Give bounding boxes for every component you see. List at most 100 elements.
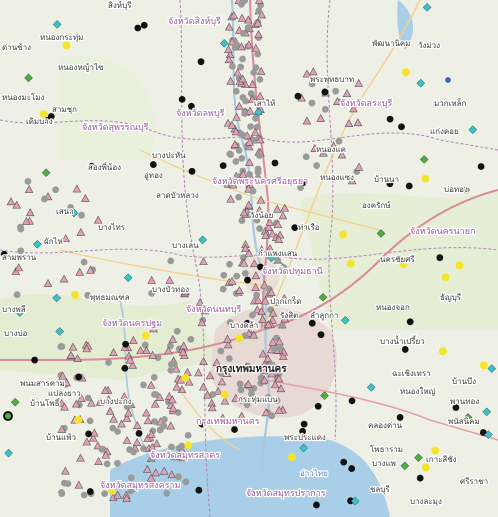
poi-grey-marker[interactable] [256, 152, 263, 159]
poi-grey-marker[interactable] [160, 416, 168, 423]
poi-black-marker[interactable] [340, 458, 348, 466]
poi-grey-marker[interactable] [239, 29, 247, 37]
poi-grey-marker[interactable] [152, 391, 160, 398]
poi-grey-marker[interactable] [103, 460, 111, 468]
poi-yellow-marker[interactable] [181, 373, 190, 382]
poi-grey-marker[interactable] [313, 162, 321, 169]
poi-grey-marker[interactable] [233, 41, 240, 49]
poi-grey-marker[interactable] [232, 87, 240, 95]
poi-black-marker[interactable] [75, 373, 83, 381]
poi-black-marker[interactable] [401, 346, 409, 353]
poi-grey-marker[interactable] [244, 24, 252, 31]
poi-yellow-marker[interactable] [74, 415, 83, 424]
poi-grey-marker[interactable] [225, 355, 233, 362]
poi-grey-marker[interactable] [249, 311, 256, 319]
poi-black-marker[interactable] [31, 356, 39, 364]
poi-black-marker[interactable] [313, 501, 320, 509]
poi-grey-marker[interactable] [241, 110, 249, 117]
poi-yellow-marker[interactable] [455, 261, 464, 270]
poi-grey-marker[interactable] [140, 381, 147, 389]
poi-grey-marker[interactable] [239, 94, 247, 101]
poi-grey-marker[interactable] [235, 193, 242, 201]
poi-black-marker[interactable] [348, 397, 356, 405]
poi-black-marker[interactable] [348, 465, 356, 472]
poi-grey-marker[interactable] [321, 105, 329, 113]
poi-grey-marker[interactable] [278, 322, 286, 330]
poi-grey-marker[interactable] [308, 99, 316, 107]
poi-grey-marker[interactable] [13, 291, 21, 299]
poi-grey-marker[interactable] [52, 186, 60, 194]
poi-grey-marker[interactable] [140, 445, 147, 452]
poi-black-marker[interactable] [86, 488, 94, 495]
poi-black-marker[interactable] [219, 162, 227, 170]
poi-grey-marker[interactable] [256, 225, 264, 232]
poi-grey-marker[interactable] [160, 422, 168, 430]
poi-black-marker[interactable] [416, 474, 424, 482]
poi-grey-marker[interactable] [253, 291, 261, 299]
poi-grey-marker[interactable] [232, 158, 240, 165]
poi-grey-marker[interactable] [237, 386, 245, 394]
poi-grey-marker[interactable] [233, 272, 241, 280]
poi-grey-marker[interactable] [173, 327, 181, 335]
poi-yellow-marker[interactable] [401, 68, 410, 77]
poi-grey-marker[interactable] [256, 75, 264, 83]
poi-grey-marker[interactable] [41, 195, 48, 203]
poi-grey-marker[interactable] [170, 360, 178, 368]
poi-grey-marker[interactable] [130, 448, 137, 456]
poi-grey-marker[interactable] [84, 394, 92, 402]
poi-grey-marker[interactable] [238, 154, 246, 162]
poi-black-marker[interactable] [398, 123, 405, 131]
poi-grey-marker[interactable] [335, 137, 343, 145]
poi-grey-marker[interactable] [98, 445, 106, 453]
poi-grey-marker[interactable] [17, 225, 25, 233]
poi-yellow-marker[interactable] [70, 290, 79, 299]
poi-black-marker[interactable] [122, 340, 129, 348]
poi-grey-marker[interactable] [167, 257, 175, 265]
poi-grey-marker[interactable] [80, 258, 88, 266]
poi-yellow-marker[interactable] [431, 446, 440, 455]
poi-grey-marker[interactable] [219, 285, 227, 293]
poi-black-marker[interactable] [317, 331, 325, 339]
poi-grey-marker[interactable] [167, 366, 175, 374]
poi-grey-marker[interactable] [276, 343, 284, 351]
poi-yellow-marker[interactable] [235, 334, 244, 343]
poi-grey-marker[interactable] [217, 347, 225, 355]
poi-black-marker[interactable] [321, 88, 329, 96]
poi-yellow-marker[interactable] [184, 441, 193, 450]
poi-grey-marker[interactable] [249, 187, 257, 195]
poi-grey-marker[interactable] [238, 217, 246, 224]
poi-black-marker[interactable] [85, 430, 92, 438]
poi-blue-marker[interactable] [445, 77, 451, 83]
poi-black-marker[interactable] [188, 167, 196, 175]
poi-black-marker[interactable] [314, 402, 322, 410]
poi-grey-marker[interactable] [168, 443, 175, 451]
poi-grey-marker[interactable] [86, 417, 94, 425]
poi-black-marker[interactable] [197, 58, 205, 66]
poi-grey-marker[interactable] [255, 7, 263, 14]
poi-black-marker[interactable] [294, 92, 302, 100]
poi-grey-marker[interactable] [254, 165, 262, 173]
poi-grey-marker[interactable] [268, 412, 276, 420]
poi-black-marker[interactable] [134, 24, 142, 32]
poi-grey-marker[interactable] [226, 260, 233, 268]
poi-grey-marker[interactable] [251, 137, 258, 144]
poi-black-marker[interactable] [195, 486, 203, 494]
poi-black-marker[interactable] [231, 426, 238, 433]
poi-grey-marker[interactable] [220, 271, 228, 279]
poi-black-marker[interactable] [386, 115, 394, 123]
poi-grey-marker[interactable] [227, 151, 234, 158]
poi-grey-marker[interactable] [228, 62, 236, 70]
poi-black-marker[interactable] [121, 364, 129, 372]
poi-grey-marker[interactable] [239, 55, 246, 63]
poi-grey-marker[interactable] [150, 373, 158, 381]
poi-yellow-marker[interactable] [346, 259, 355, 268]
poi-yellow-marker[interactable] [220, 390, 229, 399]
poi-yellow-marker[interactable] [287, 453, 296, 462]
poi-grey-marker[interactable] [184, 431, 192, 439]
poi-yellow-marker[interactable] [62, 41, 71, 50]
poi-yellow-marker[interactable] [141, 331, 150, 340]
poi-grey-marker[interactable] [64, 480, 72, 487]
poi-black-marker[interactable] [406, 318, 414, 326]
poi-black-marker[interactable] [178, 96, 186, 103]
poi-grey-marker[interactable] [247, 123, 255, 130]
